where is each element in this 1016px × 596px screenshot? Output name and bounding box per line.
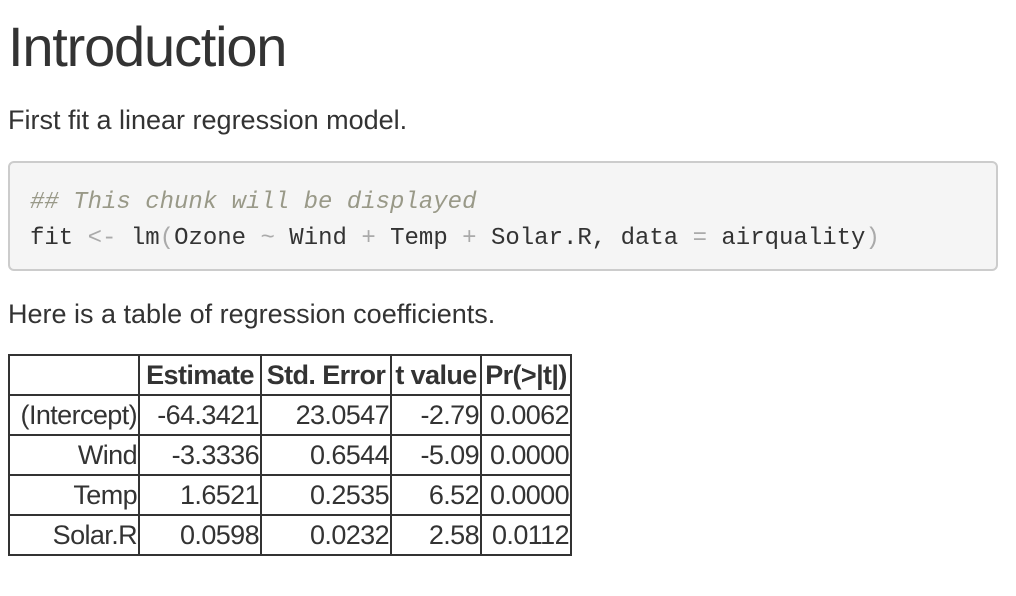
table-header-row: Estimate Std. Error t value Pr(>|t|) [8, 354, 572, 396]
code-open-paren: ( [159, 225, 175, 252]
table-row: Solar.R 0.0598 0.0232 2.58 0.0112 [8, 514, 572, 556]
code-close-paren: ) [865, 225, 880, 252]
table-cell: 0.0598 [138, 514, 262, 556]
table-cell: 0.0000 [480, 434, 572, 476]
coefficients-table: Estimate Std. Error t value Pr(>|t|) (In… [8, 354, 572, 556]
code-comment: ## This chunk will be displayed [30, 189, 477, 216]
code-arg-wind: Wind [289, 225, 347, 252]
row-label: Solar.R [8, 514, 140, 556]
table-intro-paragraph: Here is a table of regression coefficien… [8, 299, 496, 329]
column-header: Pr(>|t|) [480, 354, 572, 396]
code-arg-response: Ozone [174, 225, 247, 252]
code-arg-solar: Solar.R, [490, 225, 607, 252]
code-param-value: airquality [721, 225, 866, 252]
code-arg-temp: Temp [390, 225, 448, 252]
code-block[interactable]: ## This chunk will be displayed fit <- lm… [8, 161, 998, 271]
table-cell: 2.58 [390, 514, 482, 556]
column-header [8, 354, 140, 396]
table-row: Temp 1.6521 0.2535 6.52 0.0000 [8, 474, 572, 516]
code-line: fit <- lm(Ozone ~ Wind + Temp + Solar.R,… [30, 221, 996, 257]
page-title: Introduction [8, 15, 287, 78]
table-cell: -3.3336 [138, 434, 262, 476]
intro-paragraph: First fit a linear regression model. [8, 105, 408, 135]
table-cell: 0.6544 [260, 434, 392, 476]
column-header: Estimate [138, 354, 262, 396]
code-assign-operator: <- [87, 225, 117, 252]
column-header: t value [390, 354, 482, 396]
table-row: (Intercept) -64.3421 23.0547 -2.79 0.006… [8, 394, 572, 436]
table-cell: 0.0112 [480, 514, 572, 556]
row-label: Wind [8, 434, 140, 476]
table-cell: -5.09 [390, 434, 482, 476]
table-cell: 0.0232 [260, 514, 392, 556]
code-variable: fit [30, 225, 74, 252]
table-cell: 1.6521 [138, 474, 262, 516]
table-cell: 23.0547 [260, 394, 392, 436]
table-cell: 0.0062 [480, 394, 572, 436]
code-equals-operator: = [692, 225, 707, 252]
code-plus-operator: + [361, 225, 376, 252]
table-row: Wind -3.3336 0.6544 -5.09 0.0000 [8, 434, 572, 476]
code-param-name: data [620, 225, 679, 252]
table-cell: 0.0000 [480, 474, 572, 516]
row-label: (Intercept) [8, 394, 140, 436]
table-cell: -64.3421 [138, 394, 262, 436]
table-cell: 6.52 [390, 474, 482, 516]
code-tilde-operator: ~ [260, 225, 275, 252]
table-cell: 0.2535 [260, 474, 392, 516]
column-header: Std. Error [260, 354, 392, 396]
code-function: lm [130, 225, 160, 252]
code-plus-operator: + [462, 225, 477, 252]
row-label: Temp [8, 474, 140, 516]
table-cell: -2.79 [390, 394, 482, 436]
